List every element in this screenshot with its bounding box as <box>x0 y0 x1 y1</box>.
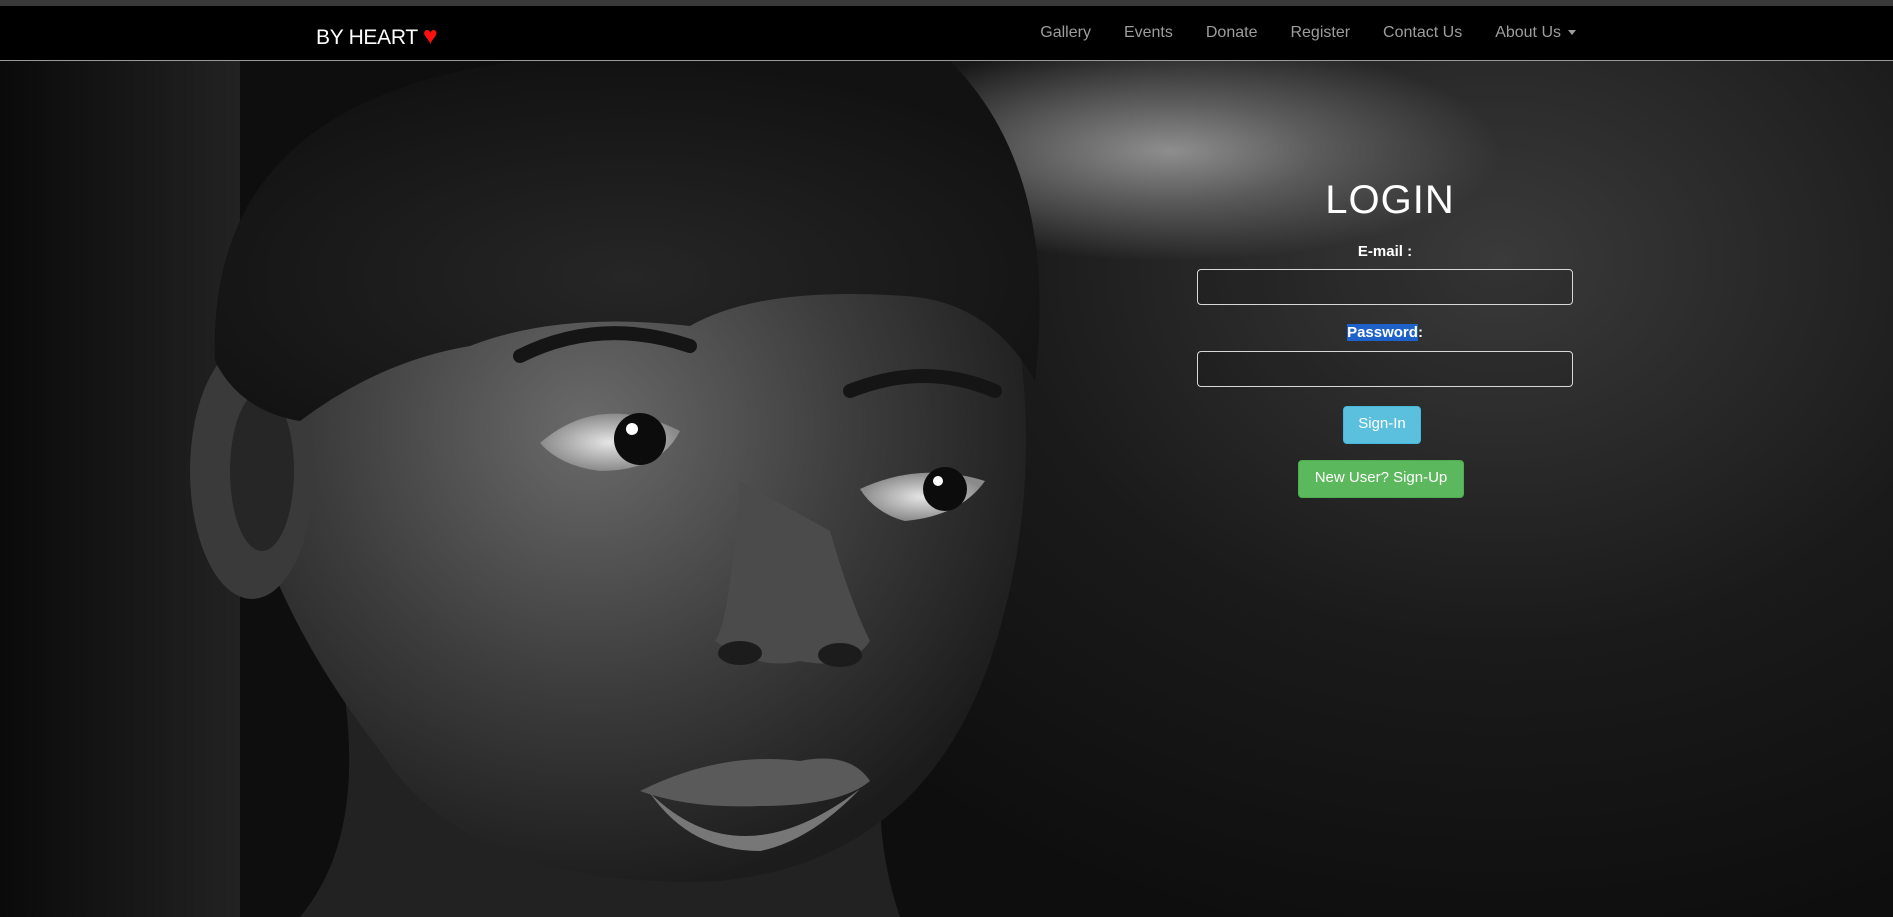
nav-links: Gallery Events Donate Register Contact U… <box>1007 6 1576 60</box>
nav-link-contact-us[interactable]: Contact Us <box>1383 24 1462 42</box>
nav-link-donate[interactable]: Donate <box>1206 24 1258 42</box>
email-label: E-mail : <box>1357 243 1413 260</box>
nav-link-events[interactable]: Events <box>1124 24 1173 42</box>
nav-link-register[interactable]: Register <box>1290 24 1350 42</box>
sign-in-button[interactable]: Sign-In <box>1343 406 1421 444</box>
hero-background-photo <box>0 61 1893 917</box>
top-navbar: BY HEART ♥ Gallery Events Donate Register… <box>0 6 1893 61</box>
sign-up-button[interactable]: New User? Sign-Up <box>1298 460 1464 498</box>
heart-icon: ♥ <box>422 22 438 50</box>
password-field[interactable] <box>1197 351 1573 387</box>
nav-dropdown-about-us[interactable]: About Us <box>1495 24 1576 42</box>
brand-name: BY HEART <box>316 26 418 49</box>
password-label: Password: <box>1197 324 1573 341</box>
password-label-colon: : <box>1417 324 1423 341</box>
email-field[interactable] <box>1197 269 1573 305</box>
brand-link[interactable]: BY HEART ♥ <box>316 22 438 51</box>
nav-dropdown-label: About Us <box>1495 24 1561 41</box>
login-title: LOGIN <box>1325 178 1455 222</box>
password-label-selected-text: Password <box>1347 324 1418 341</box>
portrait-photo-illustration <box>0 61 1040 917</box>
nav-link-gallery[interactable]: Gallery <box>1040 24 1091 42</box>
caret-down-icon <box>1568 30 1576 36</box>
